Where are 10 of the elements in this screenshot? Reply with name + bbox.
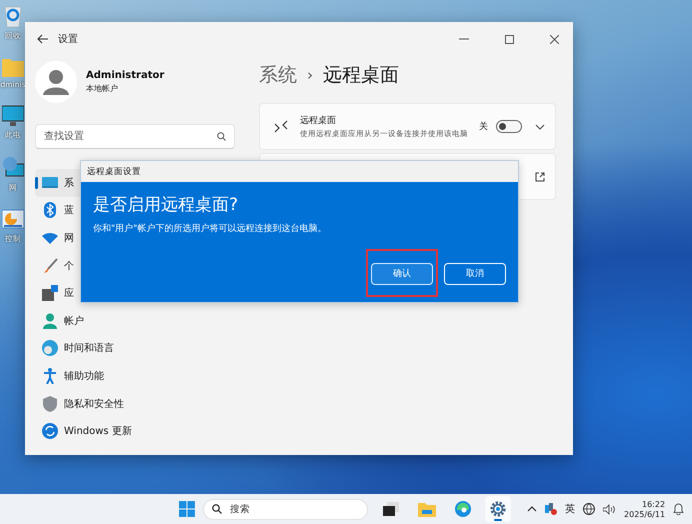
toggle-state-label: 关 bbox=[479, 120, 488, 133]
page-title: 远程桌面 bbox=[323, 63, 399, 88]
window-title: 设置 bbox=[58, 32, 78, 46]
dialog-title: 远程桌面设置 bbox=[87, 166, 141, 178]
user-name: Administrator bbox=[86, 70, 164, 81]
breadcrumb-separator: › bbox=[307, 66, 313, 84]
setting-title: 远程桌面 bbox=[300, 114, 337, 127]
account-type: 本地帐户 bbox=[86, 83, 119, 94]
dialog-heading: 是否启用远程桌面? bbox=[93, 194, 240, 216]
dialog-message: 你和"用户"帐户下的所选用户将可以远程连接到这台电脑。 bbox=[93, 222, 328, 235]
